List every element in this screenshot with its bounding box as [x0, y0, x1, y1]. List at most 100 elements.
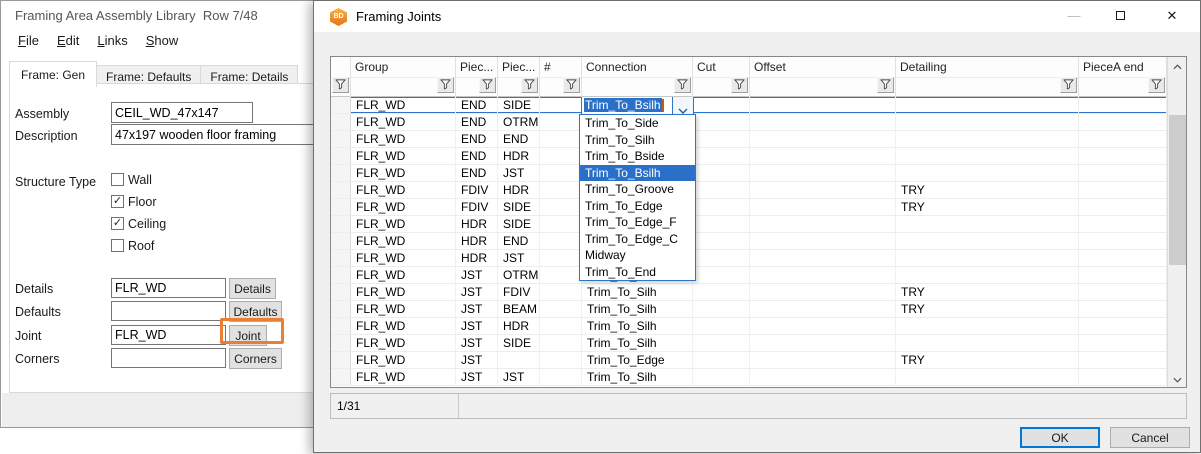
cell-num [540, 182, 582, 198]
cell-cut [693, 114, 750, 130]
filter-icon[interactable] [332, 77, 349, 93]
filter-icon[interactable] [1060, 77, 1077, 93]
cell-piece_a: FDIV [456, 199, 498, 215]
dropdown-option[interactable]: Trim_To_End [580, 264, 695, 281]
cell-piece_b: JST [498, 250, 540, 266]
joint-input[interactable] [111, 325, 226, 345]
table-row[interactable]: FLR_WDHDRJST [331, 250, 1167, 267]
ok-button[interactable]: OK [1020, 427, 1100, 448]
menu-item-show[interactable]: Show [137, 31, 188, 51]
vertical-scrollbar[interactable] [1167, 57, 1186, 387]
table-row[interactable]: FLR_WDHDRSIDE [331, 216, 1167, 233]
table-row[interactable]: FLR_WDJSTHDRTrim_To_Silh [331, 318, 1167, 335]
minimize-button[interactable]: — [1051, 1, 1097, 31]
cell-cut [693, 199, 750, 215]
table-row[interactable]: FLR_WDENDSIDETrim_To_Bsilh [331, 97, 1167, 114]
cell-group: FLR_WD [351, 267, 456, 283]
filter-icon[interactable] [731, 77, 748, 93]
cell-detailing [896, 97, 1079, 113]
cell-cut [693, 250, 750, 266]
filter-icon[interactable] [877, 77, 894, 93]
scroll-up-icon[interactable] [1168, 57, 1187, 74]
cell-group: FLR_WD [351, 216, 456, 232]
filter-icon[interactable] [437, 77, 454, 93]
table-row[interactable]: FLR_WDENDEND [331, 131, 1167, 148]
scroll-down-icon[interactable] [1168, 370, 1187, 387]
filter-icon[interactable] [674, 77, 691, 93]
cell-num [540, 131, 582, 147]
cell-sel [331, 369, 351, 385]
cell-piece_a: END [456, 114, 498, 130]
menu-item-links[interactable]: Links [88, 31, 136, 51]
combo-dropdown-button[interactable] [672, 97, 693, 114]
menu-item-file[interactable]: File [9, 31, 48, 51]
grid-status-bar: 1/31 [330, 393, 1187, 419]
table-row[interactable]: FLR_WDENDHDR [331, 148, 1167, 165]
corners-button[interactable]: Corners [229, 348, 282, 369]
table-row[interactable]: FLR_WDENDOTRM [331, 114, 1167, 131]
defaults-input[interactable] [111, 301, 226, 321]
cell-offset [750, 335, 896, 351]
tab-frame--gen[interactable]: Frame: Gen [9, 61, 97, 87]
filter-icon[interactable] [563, 77, 580, 93]
cell-offset [750, 199, 896, 215]
cell-piece_b: OTRM [498, 267, 540, 283]
cancel-button[interactable]: Cancel [1110, 427, 1190, 448]
scrollbar-thumb[interactable] [1169, 115, 1186, 265]
dropdown-option[interactable]: Midway [580, 247, 695, 264]
defaults-button[interactable]: Defaults [229, 301, 282, 322]
cell-piece_b: OTRM [498, 114, 540, 130]
table-row[interactable]: FLR_WDJSTFDIVTrim_To_SilhTRY [331, 284, 1167, 301]
filter-icon[interactable] [479, 77, 496, 93]
dropdown-option[interactable]: Trim_To_Edge [580, 198, 695, 215]
connection-combo[interactable]: Trim_To_Bsilh [581, 97, 694, 115]
table-row[interactable]: FLR_WDENDJST [331, 165, 1167, 182]
cell-piece_b: JST [498, 165, 540, 181]
dropdown-option[interactable]: Trim_To_Bside [580, 148, 695, 165]
dropdown-option[interactable]: Trim_To_Edge_F [580, 214, 695, 231]
window-bottom-strip [2, 393, 314, 427]
dropdown-option[interactable]: Trim_To_Side [580, 115, 695, 132]
menu-bar: FileEditLinksShow [9, 31, 187, 51]
cell-piece_a_end [1079, 97, 1167, 113]
dropdown-option[interactable]: Trim_To_Edge_C [580, 231, 695, 248]
cell-detailing [896, 114, 1079, 130]
cell-connection: Trim_To_Silh [582, 318, 693, 334]
table-row[interactable]: FLR_WDJSTBEAMTrim_To_SilhTRY [331, 301, 1167, 318]
filter-icon[interactable] [521, 77, 538, 93]
details-button[interactable]: Details [229, 278, 276, 299]
grid-header: GroupPiec...Piec...#ConnectionCutOffsetD… [331, 57, 1167, 97]
checkbox-ceiling[interactable]: ✓ [111, 217, 124, 230]
cell-group: FLR_WD [351, 182, 456, 198]
cell-offset [750, 352, 896, 368]
cell-sel [331, 97, 351, 113]
checkbox-wall[interactable] [111, 173, 124, 186]
checkbox-floor[interactable]: ✓ [111, 195, 124, 208]
cell-cut [693, 131, 750, 147]
menu-item-edit[interactable]: Edit [48, 31, 88, 51]
close-button[interactable]: ✕ [1143, 1, 1201, 31]
table-row[interactable]: FLR_WDJSTOTRMTrim_To_Silh [331, 267, 1167, 284]
cell-group: FLR_WD [351, 165, 456, 181]
cell-offset [750, 233, 896, 249]
description-input[interactable] [111, 124, 314, 145]
table-row[interactable]: FLR_WDFDIVHDRTRY [331, 182, 1167, 199]
cell-sel [331, 216, 351, 232]
dropdown-option[interactable]: Trim_To_Bsilh [580, 165, 695, 182]
dropdown-option[interactable]: Trim_To_Silh [580, 132, 695, 149]
table-row[interactable]: FLR_WDJSTSIDETrim_To_Silh [331, 335, 1167, 352]
corners-input[interactable] [111, 348, 226, 368]
assembly-input[interactable] [111, 102, 253, 123]
table-row[interactable]: FLR_WDJSTJSTTrim_To_Silh [331, 369, 1167, 386]
table-row[interactable]: FLR_WDJSTTrim_To_EdgeTRY [331, 352, 1167, 369]
filter-icon[interactable] [1148, 77, 1165, 93]
table-row[interactable]: FLR_WDHDREND [331, 233, 1167, 250]
table-row[interactable]: FLR_WDFDIVSIDETRY [331, 199, 1167, 216]
app-icon: BD [330, 8, 347, 26]
joint-button[interactable]: Joint [229, 325, 267, 346]
checkbox-roof[interactable] [111, 239, 124, 252]
dropdown-option[interactable]: Trim_To_Groove [580, 181, 695, 198]
cell-piece_a_end [1079, 114, 1167, 130]
maximize-button[interactable] [1097, 1, 1143, 31]
details-input[interactable] [111, 278, 226, 298]
